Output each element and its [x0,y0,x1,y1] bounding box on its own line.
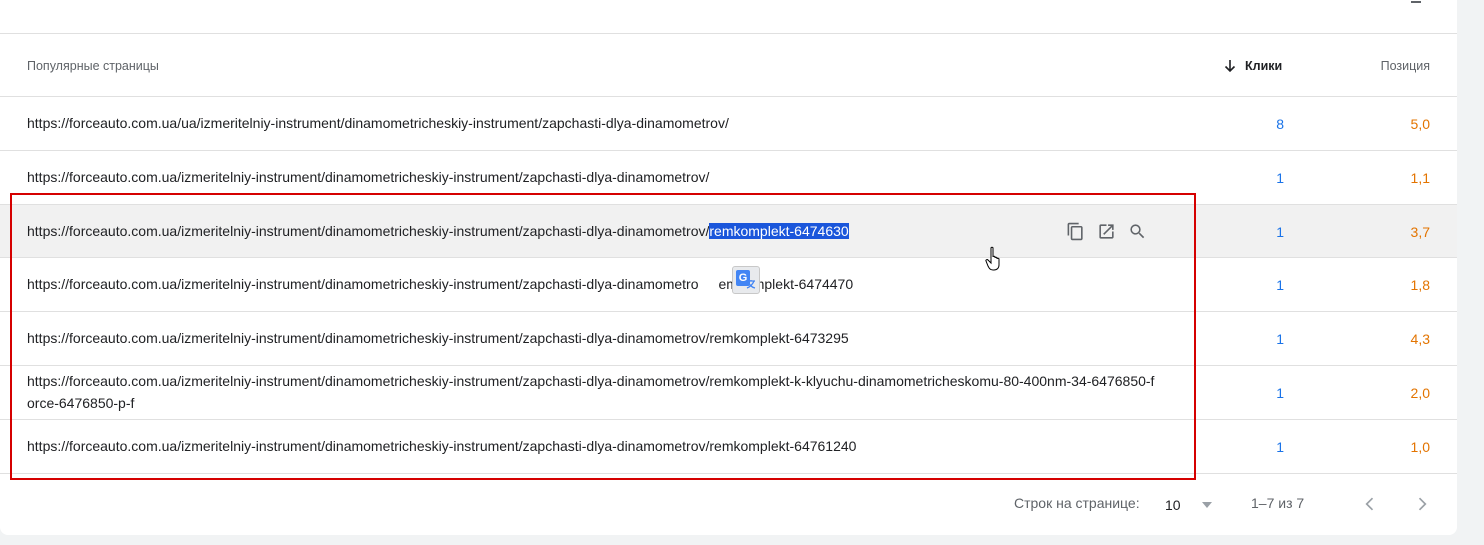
row-actions [1066,222,1147,241]
row-clicks: 1 [1276,170,1284,186]
row-url[interactable]: https://forceauto.com.ua/izmeritelniy-in… [27,327,1157,349]
chevron-right-icon[interactable] [1412,494,1432,514]
row-clicks: 1 [1276,224,1284,240]
table-row[interactable]: https://forceauto.com.ua/izmeritelniy-in… [0,312,1457,366]
row-url[interactable]: https://forceauto.com.ua/ua/izmeritelniy… [27,112,1157,134]
table-row[interactable]: https://forceauto.com.ua/izmeritelniy-in… [0,420,1457,474]
row-position: 4,3 [1410,331,1430,347]
table-row[interactable]: https://forceauto.com.ua/ua/izmeritelniy… [0,97,1457,151]
translate-glyph-icon [746,280,756,289]
table-row-hovered[interactable]: https://forceauto.com.ua/izmeritelniy-in… [0,205,1457,258]
rows-per-page-value: 10 [1165,497,1181,513]
column-header-position[interactable]: Позиция [1381,59,1430,73]
column-header-clicks[interactable]: Клики [1223,59,1282,73]
table-row[interactable]: https://forceauto.com.ua/izmeritelniy-in… [0,151,1457,205]
row-clicks: 8 [1276,116,1284,132]
chevron-left-icon[interactable] [1360,494,1380,514]
column-header-clicks-label: Клики [1245,59,1283,73]
hand-cursor-icon [985,246,1000,271]
selected-text: remkomplekt-6474630 [709,223,849,239]
rows-per-page-label: Строк на странице: [1014,495,1140,511]
row-clicks: 1 [1276,385,1284,401]
row-url[interactable]: https://forceauto.com.ua/izmeritelniy-in… [27,435,1157,457]
row-position: 1,8 [1410,277,1430,293]
translate-icon[interactable]: G [732,266,760,294]
search-icon[interactable] [1128,222,1147,241]
row-position: 1,0 [1410,439,1430,455]
row-url-prefix: https://forceauto.com.ua/izmeritelniy-in… [27,223,710,239]
row-position: 2,0 [1410,385,1430,401]
copy-icon[interactable] [1066,222,1085,241]
sort-arrow-down-icon [1224,60,1236,73]
row-url[interactable]: https://forceauto.com.ua/izmeritelniy-in… [27,220,1157,242]
row-url[interactable]: https://forceauto.com.ua/izmeritelniy-in… [27,370,1157,414]
rows-per-page-select[interactable]: 10 [1165,495,1213,515]
top-pages-card: Популярные страницы Клики Позиция https:… [0,0,1457,535]
row-clicks: 1 [1276,331,1284,347]
row-clicks: 1 [1276,277,1284,293]
row-position: 3,7 [1410,224,1430,240]
row-url[interactable]: https://forceauto.com.ua/izmeritelniy-in… [27,273,1157,295]
row-url-prefix: https://forceauto.com.ua/izmeritelniy-in… [27,276,699,292]
pagination-range: 1–7 из 7 [1251,495,1305,511]
filter-icon[interactable] [1406,0,1426,10]
dropdown-triangle-icon [1201,502,1212,508]
column-header-pages[interactable]: Популярные страницы [27,59,159,73]
row-clicks: 1 [1276,439,1284,455]
open-external-icon[interactable] [1097,222,1116,241]
table-row[interactable]: https://forceauto.com.ua/izmeritelniy-in… [0,366,1457,420]
row-position: 1,1 [1410,170,1430,186]
row-url[interactable]: https://forceauto.com.ua/izmeritelniy-in… [27,166,1157,188]
row-position: 5,0 [1410,116,1430,132]
table-header: Популярные страницы Клики Позиция [0,33,1457,97]
table-row[interactable]: https://forceauto.com.ua/izmeritelniy-in… [0,258,1457,312]
